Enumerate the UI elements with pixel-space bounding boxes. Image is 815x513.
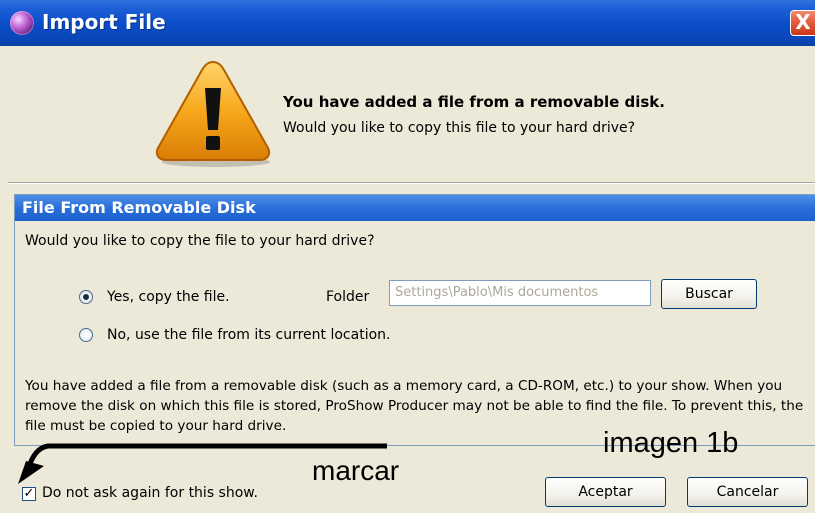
option-keep-label[interactable]: No, use the file from its current locati…	[107, 327, 390, 343]
annotation-marcar: marcar	[312, 455, 400, 486]
option-copy-radio[interactable]	[79, 290, 93, 304]
warning-triangle-icon	[155, 60, 271, 167]
dont-ask-label[interactable]: Do not ask again for this show.	[42, 485, 258, 501]
annotation-imagen: imagen 1b	[603, 427, 739, 459]
warning-header: You have added a file from a removable d…	[0, 46, 815, 178]
buscar-button[interactable]: Buscar	[661, 279, 757, 309]
option-keep-row[interactable]: No, use the file from its current locati…	[79, 327, 390, 343]
folder-label: Folder	[326, 289, 370, 305]
app-icon	[10, 11, 34, 35]
option-copy-label[interactable]: Yes, copy the file.	[107, 289, 230, 305]
import-file-dialog: Import File X You have added a file from…	[0, 0, 815, 513]
title-bar[interactable]: Import File X	[0, 0, 815, 46]
close-button[interactable]: X	[790, 10, 815, 36]
aceptar-button[interactable]: Aceptar	[545, 477, 666, 507]
header-separator	[8, 182, 815, 184]
folder-path-input[interactable]: Settings\Pablo\Mis documentos	[389, 280, 651, 306]
warning-title: You have added a file from a removable d…	[283, 93, 665, 111]
copy-question: Would you like to copy the file to your …	[25, 233, 375, 249]
group-header: File From Removable Disk	[15, 195, 815, 221]
warning-subtitle: Would you like to copy this file to your…	[283, 120, 636, 136]
dont-ask-checkbox[interactable]: ✓	[22, 487, 36, 501]
window-title: Import File	[42, 10, 166, 34]
option-copy-row[interactable]: Yes, copy the file.	[79, 289, 230, 305]
option-keep-radio[interactable]	[79, 328, 93, 342]
cancelar-button[interactable]: Cancelar	[687, 477, 808, 507]
removable-disk-group: File From Removable Disk Would you like …	[14, 194, 815, 446]
